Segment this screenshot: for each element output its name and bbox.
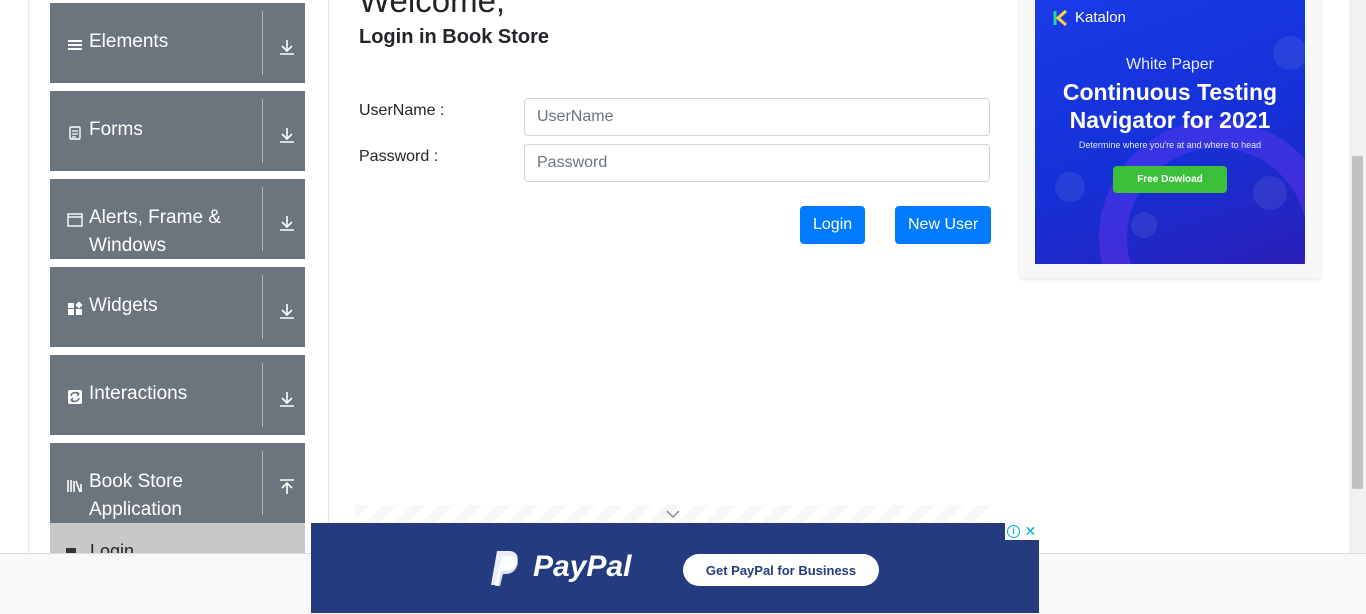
books-icon bbox=[67, 480, 82, 493]
divider bbox=[262, 363, 263, 427]
ad-headline-line: Continuous Testing bbox=[1062, 79, 1278, 105]
katalon-brand-name: Katalon bbox=[1075, 9, 1126, 26]
expand-arrow-icon[interactable] bbox=[277, 301, 297, 321]
sidebar-group-label: Interactions bbox=[89, 383, 188, 404]
adchoices[interactable]: i ✕ bbox=[1005, 523, 1039, 540]
new-user-button[interactable]: New User bbox=[895, 206, 992, 244]
sidebar-group-widgets[interactable]: Widgets bbox=[50, 267, 305, 347]
scrollbar-thumb[interactable] bbox=[1352, 156, 1363, 489]
widgets-icon bbox=[68, 301, 83, 315]
ad-headline: Continuous Testing Navigator for 2021 bbox=[1035, 78, 1305, 134]
sidebar-group-interactions[interactable]: Interactions bbox=[50, 355, 305, 435]
divider bbox=[262, 99, 263, 163]
clock-icon bbox=[1055, 172, 1085, 202]
list-icon bbox=[1131, 212, 1157, 238]
expand-arrow-icon[interactable] bbox=[277, 213, 297, 233]
sidebar-item-label: Login bbox=[90, 541, 135, 553]
katalon-ad[interactable]: Katalon White Paper Continuous Testing N… bbox=[1035, 0, 1305, 264]
rocket-icon bbox=[1253, 176, 1287, 210]
katalon-logo-icon bbox=[1053, 10, 1067, 26]
divider bbox=[262, 451, 263, 515]
expand-arrow-icon[interactable] bbox=[277, 389, 297, 409]
ad-headline-line: Navigator for 2021 bbox=[1069, 107, 1271, 133]
expand-arrow-icon[interactable] bbox=[277, 125, 297, 145]
divider bbox=[262, 275, 263, 339]
collapse-arrow-icon[interactable] bbox=[277, 477, 297, 497]
login-button[interactable]: Login bbox=[800, 206, 866, 244]
divider bbox=[262, 11, 263, 75]
free-download-button[interactable]: Free Dowload bbox=[1113, 166, 1227, 193]
info-icon[interactable]: i bbox=[1007, 525, 1020, 538]
sidebar-group-book-store[interactable]: Book Store Application bbox=[50, 443, 305, 523]
username-label: UserName : bbox=[359, 102, 445, 119]
left-divider bbox=[28, 0, 29, 553]
password-label: Password : bbox=[359, 148, 439, 165]
page-title: Welcome, bbox=[359, 0, 506, 19]
sidebar-group-label: Widgets bbox=[89, 295, 158, 316]
sidebar-group-label: Alerts, Frame & Windows bbox=[89, 207, 221, 256]
hamburger-icon bbox=[68, 40, 82, 50]
password-input[interactable] bbox=[524, 144, 990, 182]
sidebar-group-label: Book Store Application bbox=[89, 471, 183, 520]
sidebar-group-elements[interactable]: Elements bbox=[50, 3, 305, 83]
sidebar-divider bbox=[328, 0, 329, 553]
ad-tagline: Determine where you're at and where to h… bbox=[1078, 140, 1262, 150]
ad-kicker: White Paper bbox=[1125, 56, 1215, 73]
window-icon bbox=[67, 213, 83, 227]
expand-arrow-icon[interactable] bbox=[277, 37, 297, 57]
paypal-ad[interactable]: PayPal Get PayPal for Business i ✕ bbox=[311, 523, 1039, 613]
paypal-brand: PayPal bbox=[533, 550, 632, 583]
username-input[interactable] bbox=[524, 98, 990, 136]
sidebar-group-alerts-frame-windows[interactable]: Alerts, Frame & Windows bbox=[50, 179, 305, 259]
sidebar-item-login[interactable]: Login bbox=[50, 523, 305, 553]
sidebar-group-forms[interactable]: Forms bbox=[50, 91, 305, 171]
divider bbox=[262, 187, 263, 251]
sidebar-group-label: Elements bbox=[89, 31, 169, 52]
interactions-icon bbox=[68, 390, 82, 404]
chevron-down-icon[interactable] bbox=[666, 509, 680, 519]
document-icon bbox=[69, 126, 81, 140]
sidebar-group-label: Forms bbox=[89, 119, 143, 140]
paypal-cta-button[interactable]: Get PayPal for Business bbox=[683, 554, 879, 586]
page-subtitle: Login in Book Store bbox=[359, 26, 549, 48]
paypal-logo-icon bbox=[491, 551, 518, 586]
close-icon[interactable]: ✕ bbox=[1023, 523, 1038, 539]
